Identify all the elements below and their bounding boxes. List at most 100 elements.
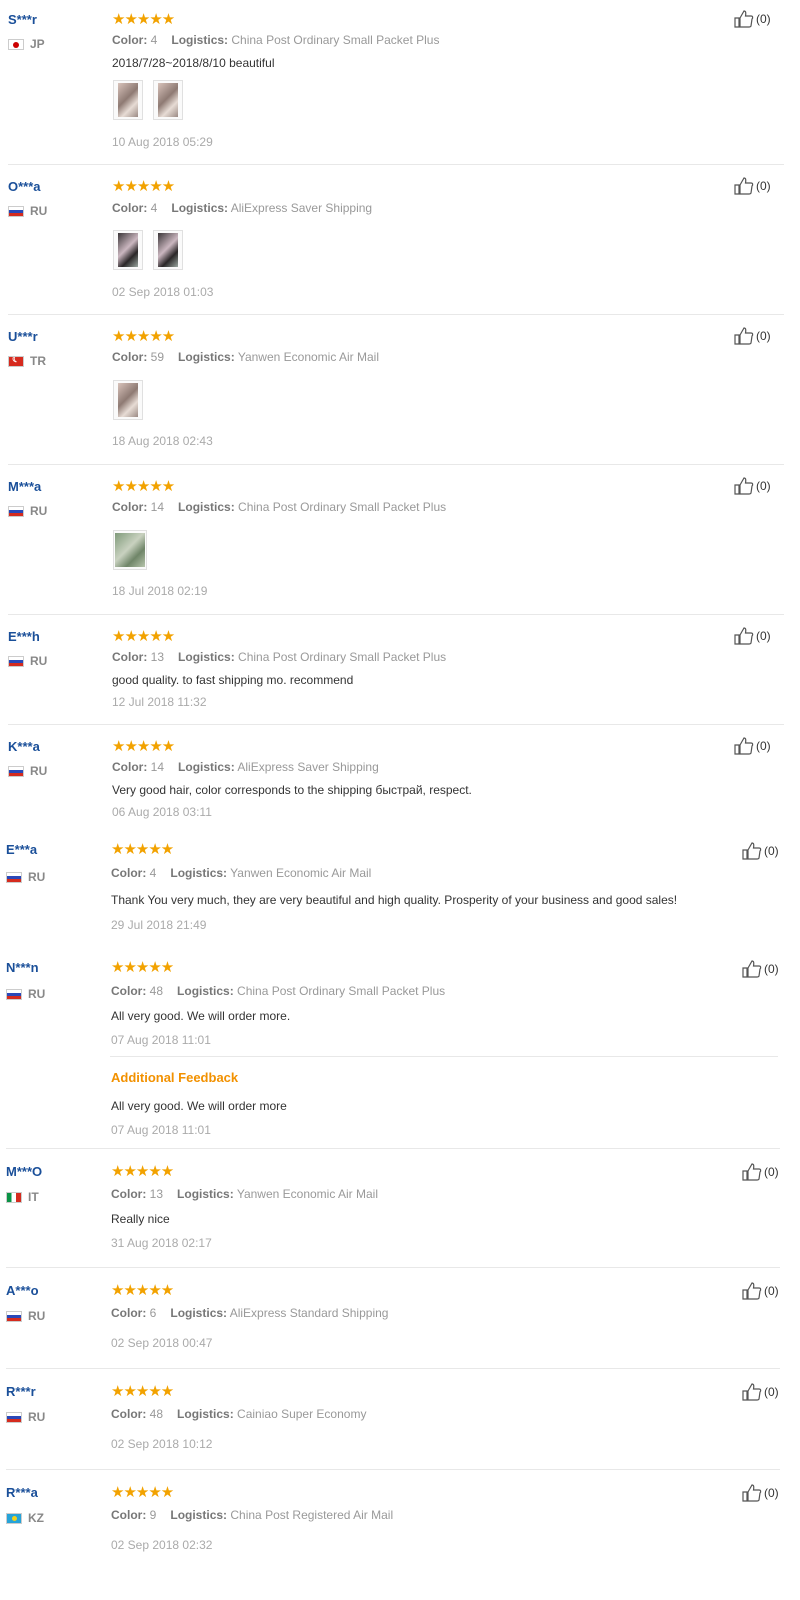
reviewer-country: RU [6,987,45,1001]
flag-icon [8,355,24,367]
rating-stars: ★★★★★ [111,1383,174,1400]
review-date: 31 Aug 2018 02:17 [111,1236,212,1250]
review-item: S***r JP ★★★★★ Color: 4 Logistics: China … [0,0,800,165]
rating-stars: ★★★★★ [112,11,175,28]
flag-icon [6,871,22,883]
helpful-button[interactable]: (0) [734,627,771,645]
reviewer-name[interactable]: E***a [6,842,37,857]
review-photo[interactable] [113,230,143,270]
review-meta: Color: 14 Logistics: AliExpress Saver Shi… [112,760,379,774]
reviewer-country: IT [6,1190,39,1204]
review-item: E***a RU ★★★★★ Color: 4 Logistics: Yanwen… [0,830,800,948]
review-meta: Color: 48 Logistics: Cainiao Super Econom… [111,1407,367,1421]
review-text: All very good. We will order more. [111,1009,291,1023]
rating-stars: ★★★★★ [112,178,175,195]
thumbs-up-icon [742,960,762,978]
reviewer-country: RU [8,654,47,668]
helpful-button[interactable]: (0) [742,960,779,978]
review-meta: Color: 6 Logistics: AliExpress Standard S… [111,1306,389,1320]
review-meta: Color: 4 Logistics: China Post Ordinary S… [112,33,440,47]
reviewer-name[interactable]: N***n [6,960,39,975]
helpful-button[interactable]: (0) [742,1484,779,1502]
review-photo[interactable] [113,380,143,420]
flag-icon [6,1310,22,1322]
review-text: Thank You very much, they are very beaut… [111,893,678,907]
thumbs-up-icon [734,627,754,645]
review-text: Really nice [111,1212,170,1226]
thumbs-up-icon [742,1484,762,1502]
review-item: N***n RU ★★★★★ Color: 48 Logistics: China… [0,948,800,1149]
rating-stars: ★★★★★ [111,959,174,976]
helpful-button[interactable]: (0) [734,327,771,345]
review-date: 02 Sep 2018 10:12 [111,1437,213,1451]
rating-stars: ★★★★★ [111,841,174,858]
flag-icon [6,1512,22,1524]
review-meta: Color: 48 Logistics: China Post Ordinary … [111,984,446,998]
review-date: 29 Jul 2018 21:49 [111,918,207,932]
flag-icon [8,505,24,517]
helpful-button[interactable]: (0) [734,737,771,755]
review-item: E***h RU ★★★★★ Color: 13 Logistics: China… [0,615,800,725]
review-item: A***o RU ★★★★★ Color: 6 Logistics: AliExp… [0,1268,800,1369]
rating-stars: ★★★★★ [111,1484,174,1501]
flag-icon [6,988,22,1000]
review-item: M***O IT ★★★★★ Color: 13 Logistics: Yanwe… [0,1149,800,1268]
reviewer-name[interactable]: S***r [8,12,37,27]
review-photo[interactable] [153,230,183,270]
helpful-button[interactable]: (0) [742,1282,779,1300]
rating-stars: ★★★★★ [112,328,175,345]
rating-stars: ★★★★★ [111,1163,174,1180]
helpful-button[interactable]: (0) [742,1163,779,1181]
rating-stars: ★★★★★ [112,628,175,645]
flag-icon [8,38,24,50]
reviewer-name[interactable]: R***r [6,1384,36,1399]
review-meta: Color: 59 Logistics: Yanwen Economic Air … [112,350,379,364]
reviewer-country: RU [6,1309,45,1323]
thumbs-up-icon [742,1383,762,1401]
thumbs-up-icon [742,1163,762,1181]
reviewer-name[interactable]: R***a [6,1485,38,1500]
reviewer-name[interactable]: M***O [6,1164,42,1179]
review-photo[interactable] [153,80,183,120]
reviewer-name[interactable]: O***a [8,179,41,194]
flag-icon [6,1411,22,1423]
helpful-button[interactable]: (0) [734,477,771,495]
flag-icon [8,655,24,667]
rating-stars: ★★★★★ [112,478,175,495]
reviewer-country: RU [8,204,47,218]
additional-feedback-title: Additional Feedback [111,1070,239,1085]
review-meta: Color: 4 Logistics: Yanwen Economic Air M… [111,866,372,880]
thumbs-up-icon [734,737,754,755]
review-date: 18 Jul 2018 02:19 [112,584,208,598]
reviewer-name[interactable]: A***o [6,1283,39,1298]
review-item: K***a RU ★★★★★ Color: 14 Logistics: AliEx… [0,725,800,830]
reviewer-name[interactable]: M***a [8,479,41,494]
review-photo[interactable] [113,80,143,120]
review-date: 07 Aug 2018 11:01 [111,1033,211,1047]
review-item: R***a KZ ★★★★★ Color: 9 Logistics: China … [0,1470,800,1600]
reviewer-country: JP [8,37,45,51]
helpful-button[interactable]: (0) [734,10,771,28]
helpful-button[interactable]: (0) [742,1383,779,1401]
reviewer-country: RU [6,1410,45,1424]
thumbs-up-icon [734,177,754,195]
rating-stars: ★★★★★ [112,738,175,755]
review-meta: Color: 4 Logistics: AliExpress Saver Ship… [112,201,373,215]
thumbs-up-icon [742,842,762,860]
reviewer-name[interactable]: U***r [8,329,38,344]
rating-stars: ★★★★★ [111,1282,174,1299]
review-item: R***r RU ★★★★★ Color: 48 Logistics: Caini… [0,1369,800,1470]
reviewer-name[interactable]: E***h [8,629,40,644]
review-photo[interactable] [113,530,147,570]
reviewer-name[interactable]: K***a [8,739,40,754]
helpful-button[interactable]: (0) [742,842,779,860]
reviewer-country: RU [6,870,45,884]
review-item: O***a RU ★★★★★ Color: 4 Logistics: AliExp… [0,165,800,315]
flag-icon [8,205,24,217]
helpful-button[interactable]: (0) [734,177,771,195]
additional-feedback-date: 07 Aug 2018 11:01 [111,1123,211,1137]
review-meta: Color: 14 Logistics: China Post Ordinary … [112,500,447,514]
reviewer-country: RU [8,764,47,778]
flag-icon [8,765,24,777]
review-date: 12 Jul 2018 11:32 [112,695,207,709]
